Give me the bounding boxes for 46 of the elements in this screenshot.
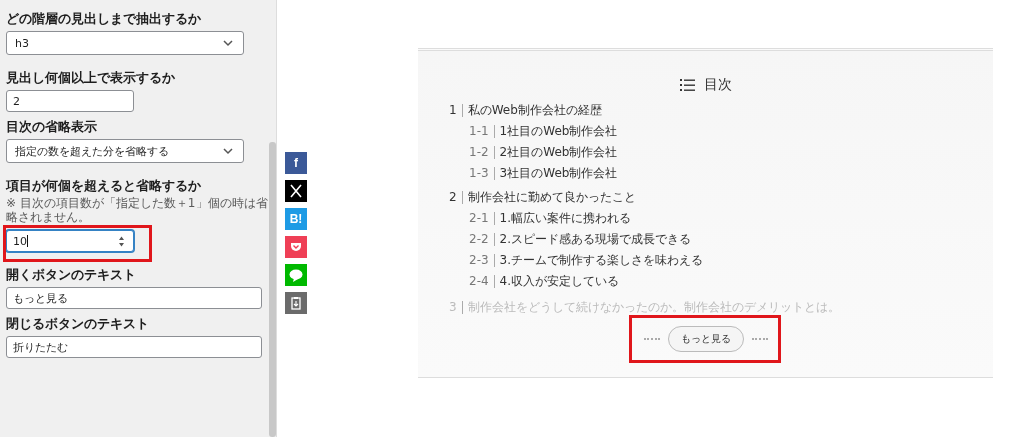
hint-text: ※ 目次の項目数が「指定した数＋1」個の時は省略されません。: [6, 196, 269, 224]
toc-number: 1-1: [469, 125, 495, 138]
toc-number: 2-2: [469, 233, 495, 246]
number-field[interactable]: 10: [6, 230, 134, 252]
pocket-share-button[interactable]: [285, 236, 307, 258]
field-label: 閉じるボタンのテキスト: [6, 315, 150, 332]
toc-link[interactable]: 3社目のWeb制作会社: [499, 165, 618, 182]
toc-title: 目次: [703, 76, 732, 94]
toc-link[interactable]: 私のWeb制作会社の経歴: [467, 101, 602, 119]
x-share-button[interactable]: [285, 180, 307, 202]
facebook-share-button[interactable]: f: [285, 152, 307, 174]
list-icon: [679, 78, 695, 92]
field-label: 目次の省略表示: [6, 118, 98, 135]
input-field[interactable]: もっと見る: [6, 287, 262, 309]
chevron-down-icon: [223, 147, 233, 155]
input-field[interactable]: 折りたたむ: [6, 336, 262, 358]
spinner-icon: [118, 235, 125, 247]
field-label: どの階層の見出しまで抽出するか: [6, 10, 202, 27]
toc-number: 2-3: [469, 254, 495, 267]
show-more-button[interactable]: もっと見る: [667, 326, 744, 352]
toc-number: 3: [449, 300, 463, 314]
dotted-line: [751, 338, 768, 340]
toc-link[interactable]: 2社目のWeb制作会社: [499, 144, 618, 161]
toc-link[interactable]: 1社目のWeb制作会社: [499, 123, 618, 140]
field-label: 見出し何個以上で表示するか: [6, 69, 176, 86]
toc-number: 2-1: [469, 212, 495, 225]
chevron-down-icon: [223, 39, 233, 47]
toc-number: 2-4: [469, 275, 495, 288]
toc-link[interactable]: 1.幅広い案件に携われる: [499, 210, 632, 227]
toc-number: 2: [449, 190, 463, 204]
dotted-line: [643, 338, 660, 340]
line-share-button[interactable]: [285, 264, 307, 286]
copy-button[interactable]: [285, 292, 307, 314]
dropdown[interactable]: h3: [6, 31, 244, 55]
toc-link[interactable]: 2.スピード感ある現場で成長できる: [499, 231, 692, 248]
toc-link[interactable]: 制作会社に勤めて良かったこと: [467, 188, 636, 206]
toc-number: 1: [449, 103, 463, 117]
input-field[interactable]: 2: [6, 90, 134, 112]
toc-number: 1-3: [469, 167, 495, 180]
dropdown[interactable]: 指定の数を超えた分を省略する: [6, 139, 244, 163]
field-label: 項目が何個を超えると省略するか: [6, 177, 202, 194]
scrollbar-thumb[interactable]: [269, 142, 276, 437]
toc-link[interactable]: 3.チームで制作する楽しさを味わえる: [499, 252, 704, 269]
field-label: 開くボタンのテキスト: [6, 266, 137, 283]
toc-number: 1-2: [469, 146, 495, 159]
toc-link[interactable]: 4.収入が安定している: [499, 273, 620, 290]
